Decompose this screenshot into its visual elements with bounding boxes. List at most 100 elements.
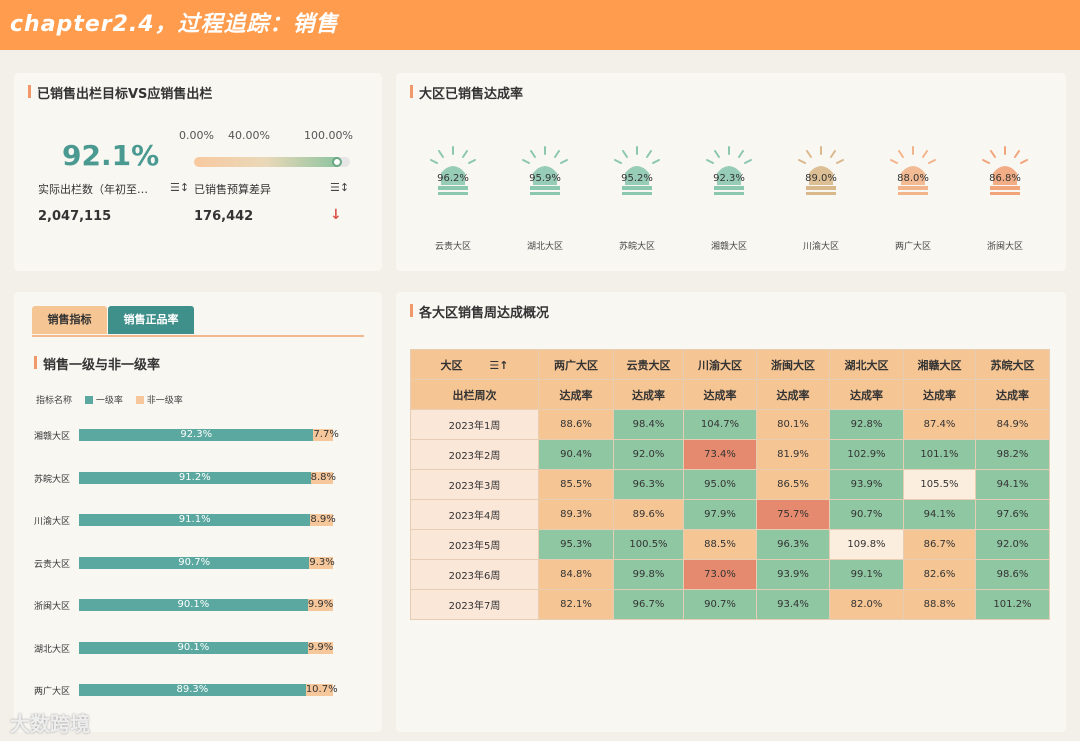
progress-slider-track	[194, 157, 350, 167]
rate-cell: 81.9%	[756, 439, 830, 470]
region-alarm-2: 95.2% 苏皖大区	[602, 145, 672, 265]
legend-label-other: 非一级率	[146, 396, 183, 406]
legend-swatch-other	[135, 396, 144, 404]
region-alarm-pct: 92.3%	[713, 173, 745, 184]
bar-row-region: 川渝大区	[34, 517, 71, 527]
progress-slider-fill	[194, 157, 338, 167]
region-column-header[interactable]: 湘赣大区	[903, 349, 976, 380]
rate-cell: 84.8%	[538, 559, 614, 590]
table-header-row: 大区 ☰↑ 两广大区 云贵大区 川渝大区 浙闽大区 湖北大区 湘赣大区 苏皖大区	[410, 349, 1050, 380]
region-column-header[interactable]: 苏皖大区	[975, 349, 1050, 380]
region-alarm-pct: 88.0%	[897, 173, 929, 184]
rate-cell: 92.8%	[829, 409, 904, 440]
bar-first-rate: 90.1%	[79, 641, 308, 654]
rate-cell: 101.1%	[903, 439, 976, 470]
bar-row-region: 两广大区	[34, 687, 71, 697]
weekly-rate-table: 大区 ☰↑ 两广大区 云贵大区 川渝大区 浙闽大区 湖北大区 湘赣大区 苏皖大区 出栏周次 达成率…	[410, 349, 1050, 620]
rate-cell: 94.1%	[975, 469, 1050, 500]
rate-cell: 82.0%	[829, 589, 904, 620]
table-row: 2023年7周 82.1% 96.7% 90.7% 93.4% 82.0% 88.8% 101…	[410, 589, 1050, 620]
region-column-header[interactable]: 两广大区	[538, 349, 614, 380]
grade-rate-panel: 销售指标 销售正品率 销售一级与非一级率 指标名称 一级率 非一级率 湘赣大区 9…	[14, 292, 382, 732]
bar-row: 两广大区 89.3% 10.7%	[34, 684, 374, 697]
table-row: 2023年6周 84.8% 99.8% 73.0% 93.9% 99.1% 82.6% 98.…	[410, 559, 1050, 590]
tab-underline	[32, 335, 364, 337]
bar-row: 浙闽大区 90.1% 9.9%	[34, 599, 374, 612]
rate-cell: 98.2%	[975, 439, 1050, 470]
rate-cell: 92.0%	[613, 439, 684, 470]
table-row: 2023年4周 89.3% 89.6% 97.9% 75.7% 90.7% 94.1% 97.…	[410, 499, 1050, 530]
bar-row-region: 苏皖大区	[34, 474, 71, 485]
rate-subheader: 达成率	[756, 379, 830, 410]
rate-cell: 86.5%	[756, 469, 830, 500]
bar-other-rate: 7.7%	[313, 429, 339, 441]
sort-icon-rate[interactable]: ☰↕	[170, 181, 189, 194]
week-cell: 2023年7周	[410, 589, 539, 620]
region-alarm-0: 96.2% 云贵大区	[418, 145, 488, 265]
rate-cell: 87.4%	[903, 409, 976, 440]
rate-cell: 95.0%	[683, 469, 757, 500]
rate-cell: 97.9%	[683, 499, 757, 530]
sort-icon-diff[interactable]: ☰↕	[330, 181, 349, 194]
kpi-panel-title: 已销售出栏目标VS应销售出栏	[28, 83, 212, 102]
week-cell: 2023年6周	[410, 559, 539, 590]
bar-first-rate: 89.3%	[79, 684, 306, 696]
slider-tick-0: 0.00%	[179, 129, 214, 142]
bar-other-rate: 8.8%	[310, 471, 337, 484]
rate-cell: 98.4%	[613, 409, 684, 440]
kpi-diff-label: 已销售预算差异	[194, 183, 271, 196]
region-alarm-name: 湘赣大区	[710, 242, 747, 252]
rate-cell: 84.9%	[975, 409, 1050, 440]
rate-cell: 89.6%	[613, 499, 684, 530]
bar-row: 湘赣大区 92.3% 7.7%	[34, 429, 374, 442]
region-column-header[interactable]: 川渝大区	[683, 349, 757, 380]
bar-other-rate: 9.9%	[307, 599, 334, 611]
region-alarm-name: 苏皖大区	[618, 242, 655, 252]
chart-legend: 指标名称 一级率 非一级率	[36, 393, 183, 406]
tab-sales-quality-rate[interactable]: 销售正品率	[108, 306, 194, 334]
corner-region-header[interactable]: 大区 ☰↑	[410, 349, 539, 380]
rate-subheader: 达成率	[829, 379, 904, 410]
region-alarm-name: 云贵大区	[434, 242, 471, 252]
rate-subheader: 达成率	[613, 379, 684, 410]
rate-cell: 94.1%	[903, 499, 976, 530]
bar-other-rate: 8.9%	[310, 514, 336, 526]
rate-cell: 90.7%	[829, 499, 904, 530]
sort-icon: ☰↑	[489, 358, 509, 372]
region-column-header[interactable]: 云贵大区	[613, 349, 684, 380]
tab-sales-indicator[interactable]: 销售指标	[32, 306, 107, 334]
table-subheader-row: 出栏周次 达成率 达成率 达成率 达成率 达成率 达成率 达成率	[410, 379, 1050, 410]
region-alarm-1: 95.9% 湖北大区	[510, 145, 580, 265]
weekly-rate-panel: 各大区销售周达成概况 大区 ☰↑ 两广大区 云贵大区 川渝大区 浙闽大区 湖北大区 湘赣大区…	[396, 292, 1066, 732]
progress-slider-knob[interactable]	[331, 157, 342, 167]
rate-cell: 105.5%	[903, 469, 976, 500]
rate-cell: 86.7%	[903, 529, 976, 560]
rate-cell: 93.4%	[756, 589, 830, 620]
legend-label-first: 一级率	[95, 396, 123, 406]
region-alarm-5: 88.0% 两广大区	[878, 145, 948, 265]
region-alarm-pct: 86.8%	[989, 173, 1021, 184]
bar-first-rate: 90.7%	[79, 556, 310, 569]
kpi-rate: 92.1%	[62, 139, 160, 172]
rate-cell: 90.7%	[683, 589, 757, 620]
region-alarm-name: 浙闽大区	[986, 242, 1023, 252]
region-alarm-4: 89.0% 川渝大区	[786, 145, 856, 265]
weekly-rate-title: 各大区销售周达成概况	[410, 302, 549, 321]
rate-cell: 101.2%	[975, 589, 1050, 620]
region-alarm-6: 86.8% 浙闽大区	[970, 145, 1040, 265]
rate-cell: 88.8%	[903, 589, 976, 620]
header-bar: chapter2.4，过程追踪：销售	[0, 0, 1080, 50]
bar-other-rate: 9.3%	[309, 556, 335, 569]
bar-other-rate: 9.9%	[307, 641, 334, 654]
region-alarm-pct: 96.2%	[437, 173, 469, 184]
bar-row-region: 湖北大区	[34, 644, 71, 655]
region-column-header[interactable]: 湖北大区	[829, 349, 904, 380]
rate-cell: 96.3%	[613, 469, 684, 500]
rate-cell: 102.9%	[829, 439, 904, 470]
slider-tick-2: 100.00%	[304, 129, 353, 142]
region-column-header[interactable]: 浙闽大区	[756, 349, 830, 380]
watermark-logo: 大数跨境	[10, 712, 90, 736]
rate-cell: 82.1%	[538, 589, 614, 620]
rate-cell: 88.6%	[538, 409, 614, 440]
kpi-panel: 已销售出栏目标VS应销售出栏 92.1% 实际出栏数（年初至… ☰↕ 2,047…	[14, 73, 382, 271]
